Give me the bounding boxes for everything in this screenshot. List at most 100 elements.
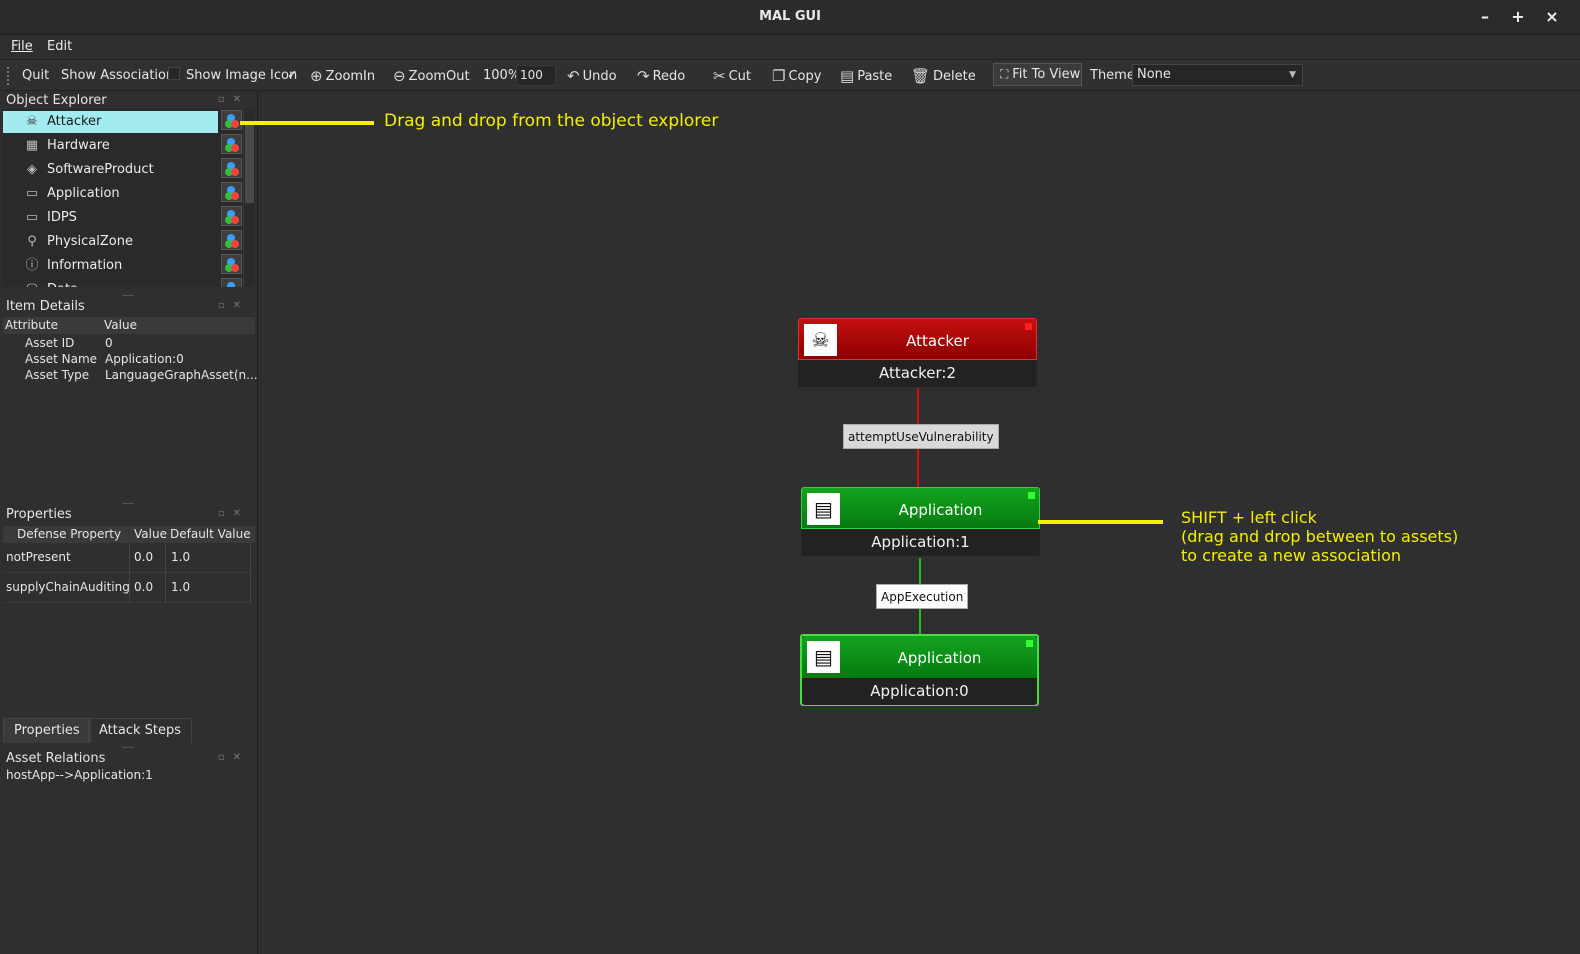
panel-splitter[interactable]: ...... (122, 289, 134, 299)
node-status-indicator (1025, 323, 1032, 330)
color-picker-button[interactable] (221, 206, 242, 226)
list-item[interactable]: ▭ IDPS (3, 207, 218, 229)
redo-label: Redo (652, 69, 686, 84)
cut-button[interactable]: ✂ Cut (713, 66, 751, 86)
list-item[interactable]: ▦ Hardware (3, 135, 218, 157)
left-dock: Object Explorer ▫✕ ☠ Attacker ▦ Hardware… (0, 91, 258, 954)
asset-node-attacker[interactable]: ☠ Attacker Attacker:2 (798, 318, 1037, 388)
fit-to-view-button[interactable]: ⛶ Fit To View (993, 63, 1082, 86)
tab-attack-steps[interactable]: Attack Steps (88, 718, 193, 743)
annotation-arrow-line (240, 121, 374, 125)
paste-button[interactable]: ▤ Paste (840, 66, 892, 86)
software-product-icon: ◈ (27, 162, 37, 177)
node-status-indicator (1028, 492, 1035, 499)
column-divider (129, 543, 130, 603)
scissors-icon: ✂ (713, 67, 726, 85)
node-name-label: Attacker:2 (798, 360, 1037, 387)
toolbar-grip-handle[interactable] (7, 67, 11, 85)
quit-button[interactable]: Quit (22, 66, 49, 86)
panel-splitter[interactable]: ...... (122, 497, 134, 507)
zoom-in-button[interactable]: ⊕ ZoomIn (310, 66, 375, 86)
show-association-checkbox[interactable] (168, 67, 180, 80)
detail-attribute: Asset ID (25, 336, 75, 350)
list-item[interactable]: ⚲ PhysicalZone (3, 231, 218, 253)
show-association-toggle[interactable]: Show Association (61, 66, 174, 86)
node-type-label: Application (897, 649, 982, 667)
list-item[interactable]: ⓘ Information (3, 255, 218, 277)
column-header-default-value: Default Value (170, 527, 251, 541)
property-value[interactable]: 0.0 (134, 580, 153, 594)
physical-zone-icon: ⚲ (27, 234, 37, 249)
item-details-dock-buttons[interactable]: ▫✕ (218, 300, 249, 311)
property-name: notPresent (6, 550, 71, 564)
close-button[interactable]: × (1542, 6, 1562, 28)
list-item[interactable]: ▭ Application (3, 183, 218, 205)
list-item[interactable]: ⛁ Data (3, 279, 218, 287)
scrollbar-thumb[interactable] (245, 123, 254, 203)
zoom-in-label: ZoomIn (325, 69, 376, 84)
application-icon: ▤ (807, 493, 840, 525)
object-explorer-list: ☠ Attacker ▦ Hardware ◈ SoftwareProduct … (3, 109, 243, 287)
minimize-button[interactable]: – (1475, 6, 1495, 28)
property-name: supplyChainAuditing (6, 580, 130, 594)
property-value[interactable]: 0.0 (134, 550, 153, 564)
show-image-icon-toggle[interactable]: Show Image Icon (186, 66, 297, 86)
menu-bar: File Edit (0, 35, 1580, 59)
theme-selected-value: None (1137, 67, 1171, 82)
paste-icon: ▤ (840, 67, 855, 85)
show-image-icon-checkmark[interactable]: ✓ (287, 66, 298, 86)
color-picker-button[interactable] (221, 158, 242, 178)
attacker-icon: ☠ (26, 114, 38, 129)
asset-node-application-1[interactable]: ▤ Application Application:1 (801, 487, 1040, 557)
chevron-down-icon: ▼ (1289, 70, 1296, 80)
color-picker-button[interactable] (221, 254, 242, 274)
list-item[interactable]: ☠ Attacker (3, 111, 218, 133)
asset-relations-dock-buttons[interactable]: ▫✕ (218, 752, 249, 763)
title-bar: MAL GUI – + × (0, 0, 1580, 35)
zoom-out-button[interactable]: ⊖ ZoomOut (393, 66, 470, 86)
list-item-label: Hardware (47, 138, 110, 153)
maximize-button[interactable]: + (1508, 6, 1528, 28)
redo-button[interactable]: ↷ Redo (637, 66, 685, 86)
table-row[interactable]: supplyChainAuditing 0.0 1.0 (3, 573, 251, 603)
detail-value: 0 (105, 336, 113, 350)
color-picker-button[interactable] (221, 134, 242, 154)
application-icon: ▤ (807, 641, 840, 673)
color-picker-button[interactable] (221, 230, 242, 250)
color-picker-button[interactable] (221, 278, 242, 287)
tab-properties[interactable]: Properties (3, 718, 91, 743)
list-item[interactable]: ◈ SoftwareProduct (3, 159, 218, 181)
copy-button[interactable]: ❐ Copy (772, 66, 821, 86)
color-picker-button[interactable] (221, 182, 242, 202)
panel-splitter[interactable]: ...... (122, 741, 134, 751)
object-explorer-dock-buttons[interactable]: ▫✕ (218, 94, 249, 105)
edge-label[interactable]: AppExecution (876, 584, 969, 609)
object-explorer-scrollbar[interactable] (243, 109, 255, 287)
undo-button[interactable]: ↶ Undo (567, 66, 617, 86)
zoom-input[interactable]: 100 (516, 65, 556, 86)
graph-canvas[interactable]: attemptUseVulnerability AppExecution ☠ A… (262, 91, 1580, 954)
theme-label: Theme (1090, 68, 1135, 83)
asset-node-application-0[interactable]: ▤ Application Application:0 (800, 634, 1039, 706)
hardware-icon: ▦ (25, 138, 39, 153)
detail-attribute: Asset Name (25, 352, 98, 366)
annotation-shift-line2: (drag and drop between to assets) (1181, 527, 1459, 546)
theme-select[interactable]: None ▼ (1132, 64, 1303, 86)
zoom-out-label: ZoomOut (408, 69, 470, 84)
menu-edit[interactable]: Edit (47, 39, 72, 54)
edge-label[interactable]: attemptUseVulnerability (843, 424, 999, 449)
detail-value: LanguageGraphAsset(n... (105, 368, 258, 382)
menu-file[interactable]: File (11, 39, 33, 54)
table-row[interactable]: notPresent 0.0 1.0 (3, 543, 251, 573)
delete-button[interactable]: 🗑 Delete (911, 66, 976, 86)
node-name-label: Application:1 (801, 529, 1040, 556)
color-picker-button[interactable] (221, 110, 242, 130)
annotation-drag-drop: Drag and drop from the object explorer (384, 111, 719, 131)
property-default: 1.0 (171, 580, 191, 594)
list-item-label: Data (47, 279, 78, 287)
asset-relation-item[interactable]: hostApp-->Application:1 (6, 768, 153, 782)
node-header: ▤ Application (802, 636, 1037, 678)
properties-dock-buttons[interactable]: ▫✕ (218, 508, 249, 519)
column-header-attribute: Attribute (5, 318, 58, 332)
column-divider (165, 543, 166, 603)
